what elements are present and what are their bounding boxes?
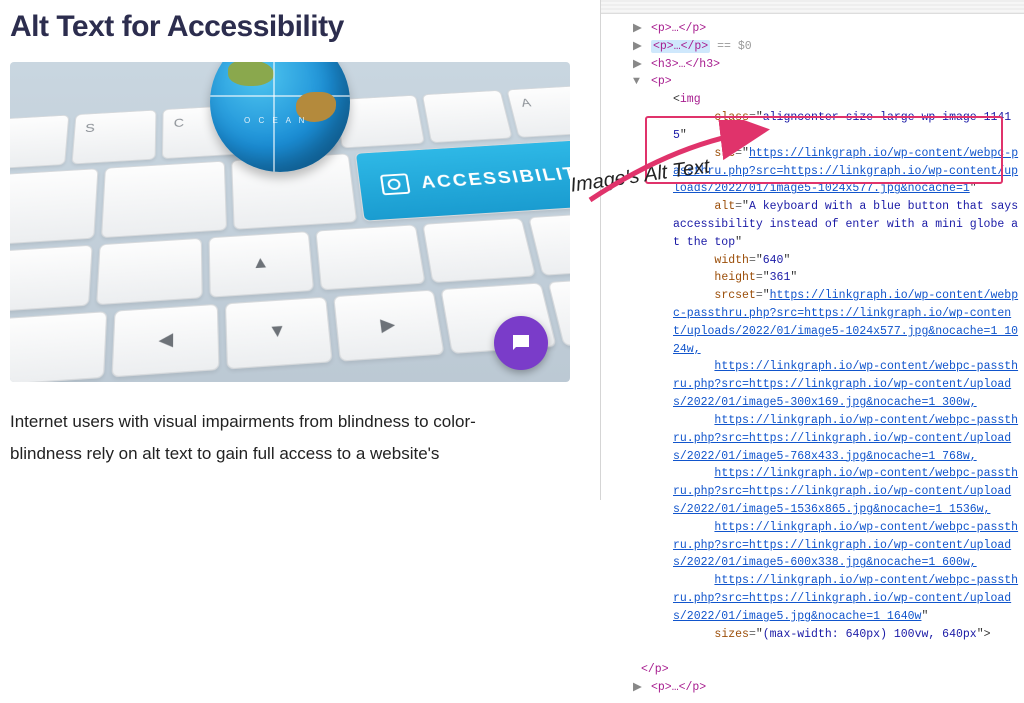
tag-h3[interactable]: <h3>…</h3>: [651, 58, 720, 71]
tag-p-close[interactable]: </p>: [641, 663, 669, 676]
article-pane: Alt Text for Accessibility L S C A ACCES…: [10, 10, 580, 490]
key: [96, 238, 202, 305]
arrow-left-key: ◀: [112, 304, 219, 378]
key: L: [10, 115, 69, 170]
body-line: blindness rely on alt text to gain full …: [10, 444, 439, 463]
key: [528, 211, 570, 276]
tag-p[interactable]: <p>…</p>: [651, 22, 706, 35]
accessibility-key-label: ACCESSIBILITY: [420, 163, 570, 193]
article-body: Internet users with visual impairments f…: [10, 406, 580, 471]
devtools-toolbar[interactable]: [601, 0, 1024, 14]
chat-fab[interactable]: [494, 316, 548, 370]
article-title: Alt Text for Accessibility: [10, 10, 580, 44]
key: A: [507, 85, 570, 138]
arrow-down-key: ▼: [224, 297, 332, 370]
tag-p-open[interactable]: <p>: [651, 75, 672, 88]
elements-tree[interactable]: ▶<p>…</p> ▶<p>…</p> == $0 ▶<h3>…</h3> ▼<…: [601, 14, 1024, 703]
selected-hint: == $0: [717, 40, 752, 53]
arrow-up-key: ▲: [208, 231, 314, 298]
key: [316, 224, 426, 290]
chat-icon: [509, 331, 533, 355]
arrow-right-key: ▶: [333, 289, 445, 361]
tag-p-selected[interactable]: <p>…</p>: [653, 40, 708, 53]
key: tion: [10, 245, 93, 315]
accessibility-key-icon: [380, 173, 411, 195]
globe-label: O C E A N: [244, 116, 307, 125]
accessibility-key: ACCESSIBILITY: [355, 138, 570, 221]
key: [101, 161, 227, 238]
key: [422, 90, 513, 143]
key: S: [71, 110, 157, 165]
key: [10, 311, 108, 382]
key: [422, 218, 535, 283]
tag-p[interactable]: <p>…</p>: [651, 681, 706, 694]
devtools-pane[interactable]: ▶<p>…</p> ▶<p>…</p> == $0 ▶<h3>…</h3> ▼<…: [600, 0, 1024, 500]
hero-image: L S C A ACCESSIBILITY tion ▲: [10, 62, 570, 382]
key: [10, 168, 99, 246]
body-line: Internet users with visual impairments f…: [10, 412, 476, 431]
